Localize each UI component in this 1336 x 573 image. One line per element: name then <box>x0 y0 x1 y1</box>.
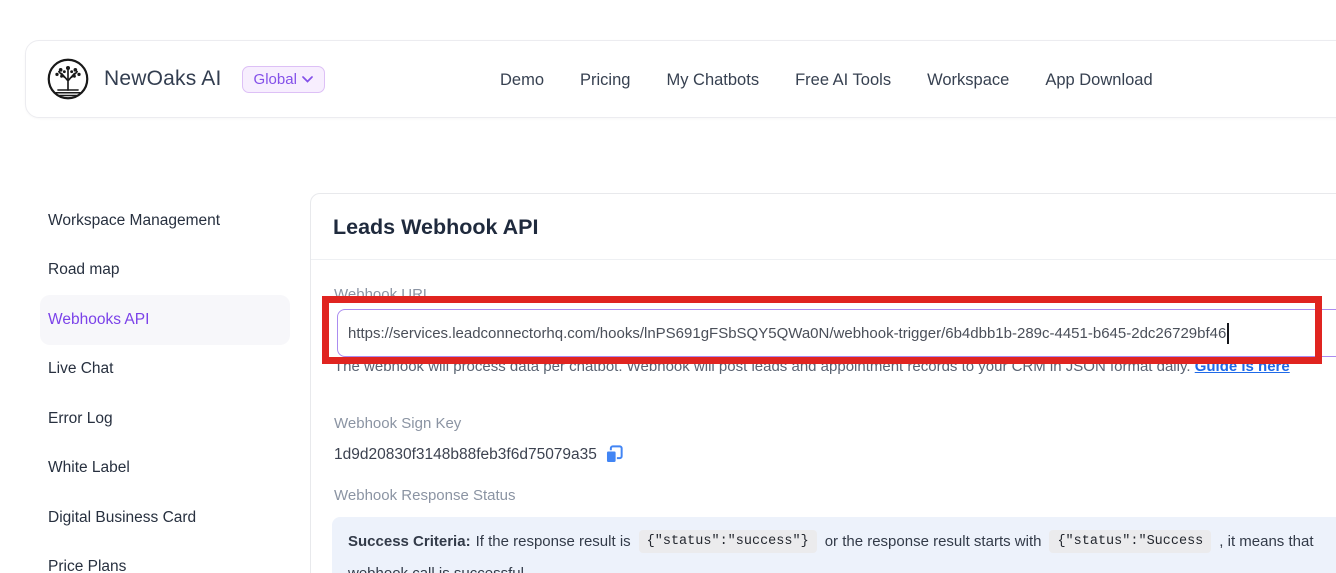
guide-link[interactable]: Guide is here <box>1195 358 1290 375</box>
webhook-url-value: https://services.leadconnectorhq.com/hoo… <box>348 325 1226 342</box>
success-criteria-box: Success Criteria: If the response result… <box>332 517 1336 573</box>
success-criteria-title: Success Criteria: <box>348 533 471 550</box>
sidebar-item-webhooks-api[interactable]: Webhooks API <box>40 295 290 345</box>
success-criteria-line1: Success Criteria: If the response result… <box>348 530 1336 553</box>
text-cursor <box>1227 323 1229 344</box>
nav-item-free-ai-tools[interactable]: Free AI Tools <box>795 71 891 90</box>
oak-tree-logo-icon <box>46 57 90 101</box>
criteria-text-2: or the response result starts with <box>825 533 1042 550</box>
main-title-row: Leads Webhook API <box>311 194 1336 260</box>
success-criteria-line2: webhook call is successful. <box>348 565 1336 573</box>
success-code-sample-2: {"status":"Success <box>1049 530 1211 553</box>
success-code-sample-1: {"status":"success"} <box>639 530 817 553</box>
page: NewOaks AI Global Demo Pricing My Chatbo… <box>0 0 1336 573</box>
webhook-response-status-label: Webhook Response Status <box>334 487 516 504</box>
sidebar-item-live-chat[interactable]: Live Chat <box>40 345 290 395</box>
nav-item-demo[interactable]: Demo <box>500 71 544 90</box>
chevron-down-icon <box>302 76 313 83</box>
sidebar-item-price-plans[interactable]: Price Plans <box>40 543 290 573</box>
sidebar-item-workspace-management[interactable]: Workspace Management <box>40 196 290 246</box>
nav-item-my-chatbots[interactable]: My Chatbots <box>666 71 759 90</box>
webhook-url-description-text: The webhook will process data per chatbo… <box>334 358 1195 375</box>
header: NewOaks AI Global Demo Pricing My Chatbo… <box>25 40 1336 118</box>
sidebar-item-white-label[interactable]: White Label <box>40 444 290 494</box>
top-nav: Demo Pricing My Chatbots Free AI Tools W… <box>500 41 1153 119</box>
criteria-text-1: If the response result is <box>476 533 631 550</box>
sidebar-item-error-log[interactable]: Error Log <box>40 394 290 444</box>
webhook-sign-key-value: 1d9d20830f3148b88feb3f6d75079a35 <box>334 446 597 464</box>
brand-name: NewOaks AI <box>104 67 222 91</box>
webhook-sign-key-label: Webhook Sign Key <box>334 415 461 432</box>
copy-icon[interactable] <box>605 445 623 464</box>
nav-item-workspace[interactable]: Workspace <box>927 71 1009 90</box>
page-title: Leads Webhook API <box>333 215 538 239</box>
webhook-url-label: Webhook URL <box>334 286 431 303</box>
sidebar-item-road-map[interactable]: Road map <box>40 246 290 296</box>
webhook-url-description: The webhook will process data per chatbo… <box>334 358 1290 375</box>
region-selector[interactable]: Global <box>242 66 325 93</box>
webhook-url-input[interactable]: https://services.leadconnectorhq.com/hoo… <box>337 309 1336 357</box>
main-panel: Leads Webhook API <box>310 193 1336 573</box>
region-label: Global <box>254 71 297 88</box>
webhook-sign-key-row: 1d9d20830f3148b88feb3f6d75079a35 <box>334 445 623 464</box>
sidebar: Workspace Management Road map Webhooks A… <box>40 196 290 573</box>
nav-item-pricing[interactable]: Pricing <box>580 71 630 90</box>
nav-item-app-download[interactable]: App Download <box>1045 71 1152 90</box>
sidebar-item-digital-business-card[interactable]: Digital Business Card <box>40 493 290 543</box>
criteria-text-3: , it means that <box>1219 533 1313 550</box>
